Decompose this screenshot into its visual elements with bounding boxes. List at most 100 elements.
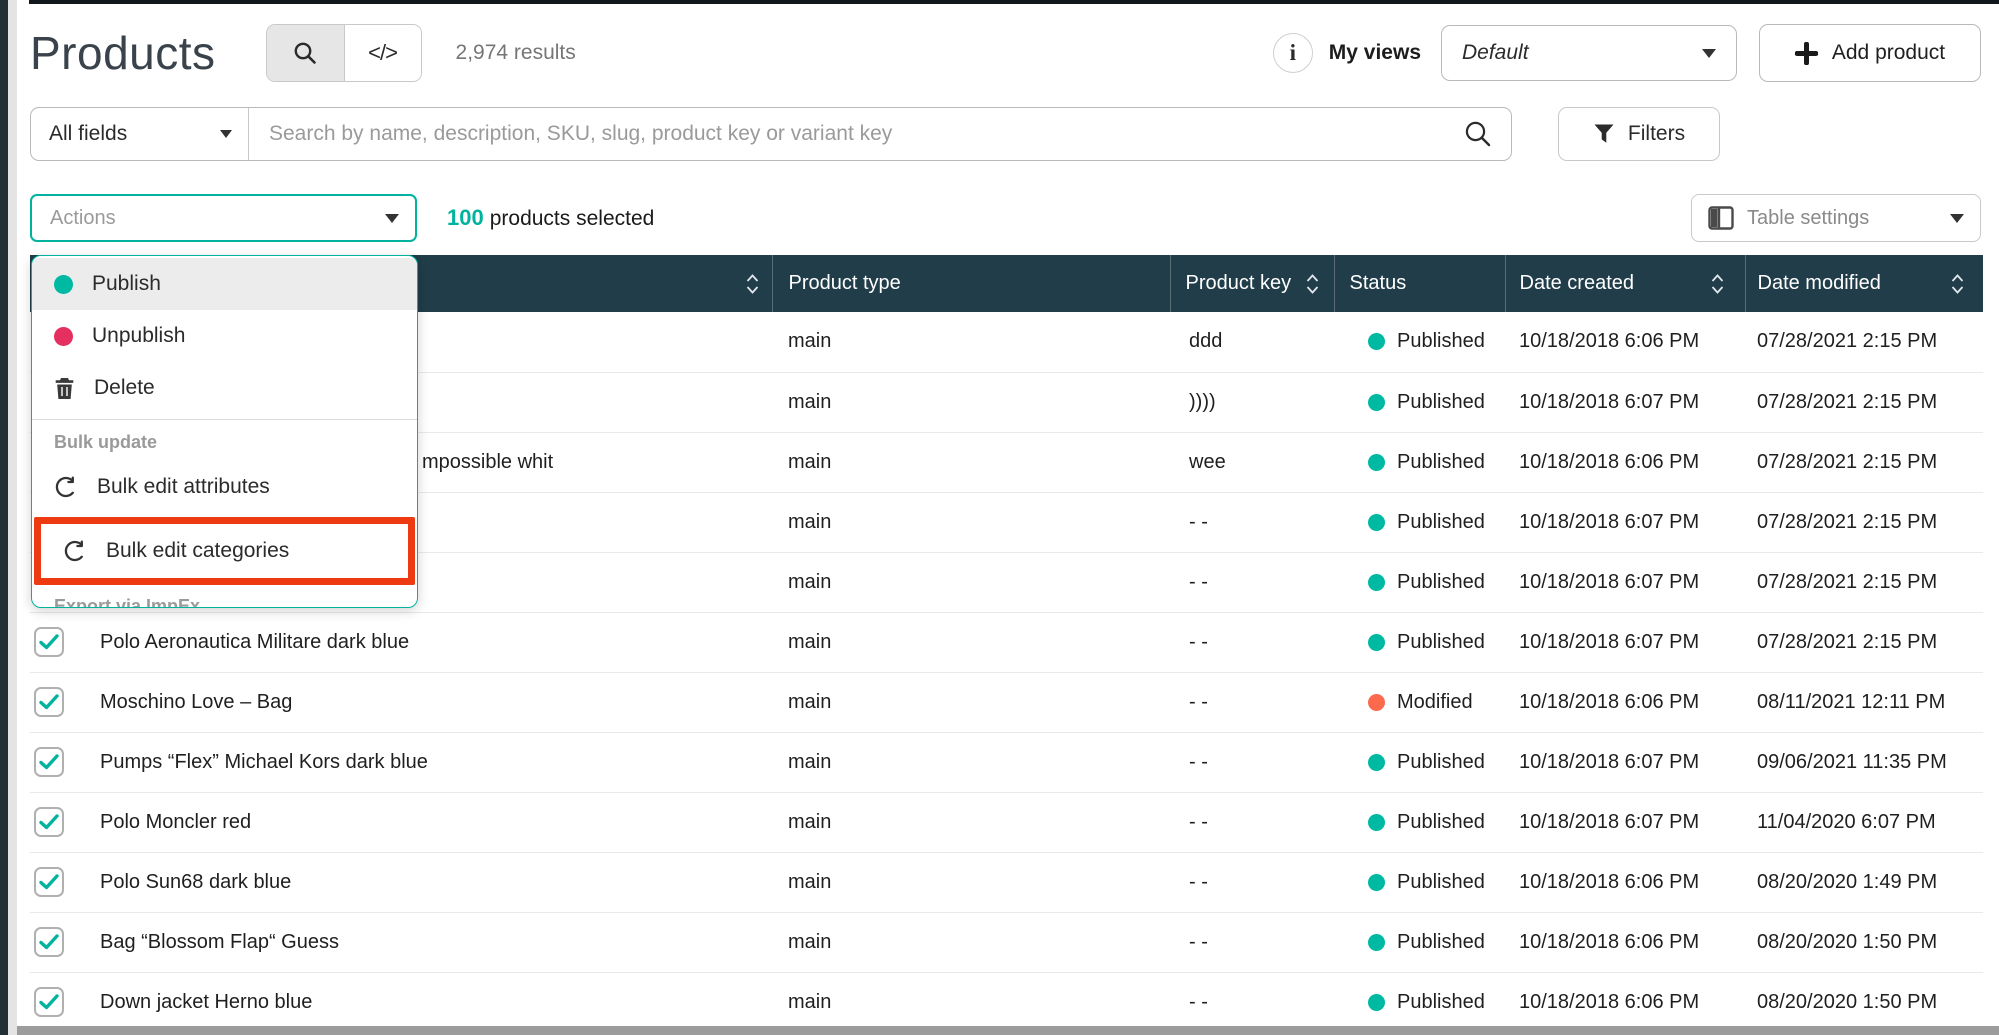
menu-item-unpublish[interactable]: Unpublish: [32, 310, 417, 362]
product-key: - -: [1170, 492, 1334, 552]
date-created: 10/18/2018 6:07 PM: [1505, 372, 1745, 432]
chevron-down-icon: [1702, 49, 1716, 58]
search-field-selector-value: All fields: [49, 122, 127, 146]
product-key: - -: [1170, 912, 1334, 972]
table-row[interactable]: Pumps “Flex” Michael Kors dark blue main…: [30, 732, 1983, 792]
date-created: 10/18/2018 6:07 PM: [1505, 612, 1745, 672]
product-key: wee: [1170, 432, 1334, 492]
row-checkbox[interactable]: [34, 747, 64, 777]
actions-row: Actions 100 products selected Table setti…: [30, 194, 1981, 242]
add-product-button[interactable]: Add product: [1759, 24, 1981, 82]
chevron-down-icon: [220, 130, 232, 138]
actions-dropdown-label: Actions: [50, 207, 116, 230]
date-created: 10/18/2018 6:06 PM: [1505, 972, 1745, 1032]
search-icon: [292, 40, 318, 66]
menu-item-delete[interactable]: Delete: [32, 362, 417, 414]
add-product-label: Add product: [1832, 41, 1945, 65]
search-field-selector[interactable]: All fields: [31, 108, 249, 160]
status-label: Published: [1397, 511, 1485, 534]
sort-icon[interactable]: [1950, 272, 1965, 296]
column-header-date-modified[interactable]: Date modified: [1745, 255, 1983, 312]
product-type: main: [772, 612, 1170, 672]
date-modified: 07/28/2021 2:15 PM: [1745, 612, 1983, 672]
status-dot-icon: [1368, 694, 1385, 711]
date-modified: 07/28/2021 2:15 PM: [1745, 552, 1983, 612]
actions-dropdown-trigger[interactable]: Actions: [30, 194, 417, 242]
window-left-edge-light: [8, 0, 17, 1035]
info-icon[interactable]: i: [1273, 33, 1313, 73]
column-header-status[interactable]: Status: [1334, 255, 1505, 312]
date-modified: 08/20/2020 1:49 PM: [1745, 852, 1983, 912]
status-label: Published: [1397, 631, 1485, 654]
menu-item-bulk-edit-attributes[interactable]: Bulk edit attributes: [32, 461, 417, 513]
list-search-toggle-button[interactable]: [267, 25, 344, 81]
window-top-edge: [29, 0, 1999, 4]
search-input[interactable]: [249, 108, 1463, 160]
product-type: main: [772, 972, 1170, 1032]
product-key: - -: [1170, 612, 1334, 672]
funnel-icon: [1593, 123, 1615, 145]
filters-button[interactable]: Filters: [1558, 107, 1720, 161]
product-key: ddd: [1170, 312, 1334, 372]
date-created: 10/18/2018 6:07 PM: [1505, 792, 1745, 852]
date-created: 10/18/2018 6:07 PM: [1505, 552, 1745, 612]
search-icon[interactable]: [1463, 119, 1493, 149]
product-name: Down jacket Herno blue: [100, 991, 312, 1013]
status-label: Published: [1397, 451, 1485, 474]
window-left-edge-dark: [0, 0, 8, 1035]
row-checkbox[interactable]: [34, 807, 64, 837]
sort-icon[interactable]: [1710, 272, 1725, 296]
date-modified: 07/28/2021 2:15 PM: [1745, 312, 1983, 372]
status-label: Published: [1397, 571, 1485, 594]
menu-item-publish[interactable]: Publish: [32, 258, 417, 310]
product-key: - -: [1170, 732, 1334, 792]
product-key: - -: [1170, 672, 1334, 732]
status-label: Modified: [1397, 691, 1473, 714]
product-type: main: [772, 912, 1170, 972]
product-name: Bag “Blossom Flap“ Guess: [100, 931, 339, 953]
status-dot-icon: [1368, 994, 1385, 1011]
views-select[interactable]: Default: [1441, 25, 1737, 81]
status-dot-icon: [1368, 634, 1385, 651]
row-checkbox[interactable]: [34, 687, 64, 717]
selected-count-number: 100: [447, 205, 484, 230]
row-checkbox[interactable]: [34, 867, 64, 897]
table-row[interactable]: Polo Sun68 dark blue main - - Published …: [30, 852, 1983, 912]
table-settings-button[interactable]: Table settings: [1691, 194, 1981, 242]
row-checkbox[interactable]: [34, 987, 64, 1017]
status-label: Published: [1397, 751, 1485, 774]
menu-item-bulk-edit-categories[interactable]: Bulk edit categories: [41, 524, 408, 578]
sort-icon[interactable]: [1305, 272, 1320, 296]
table-row[interactable]: Moschino Love – Bag main - - Modified 10…: [30, 672, 1983, 732]
table-row[interactable]: Polo Aeronautica Militare dark blue main…: [30, 612, 1983, 672]
query-editor-toggle-button[interactable]: </>: [344, 25, 421, 81]
sync-icon: [63, 539, 87, 563]
column-header-product-type[interactable]: Product type: [772, 255, 1170, 312]
column-header-product-key[interactable]: Product key: [1170, 255, 1334, 312]
selected-count-suffix: products selected: [490, 207, 655, 230]
top-bar: Products </> 2,974 results i My views De…: [30, 14, 1981, 92]
code-icon: </>: [368, 40, 397, 66]
search-box: All fields: [30, 107, 1512, 161]
row-checkbox[interactable]: [34, 627, 64, 657]
table-row[interactable]: Down jacket Herno blue main - - Publishe…: [30, 972, 1983, 1032]
top-right-cluster: i My views Default Add product: [1273, 24, 1981, 82]
date-modified: 08/20/2020 1:50 PM: [1745, 972, 1983, 1032]
sort-icon[interactable]: [745, 272, 760, 296]
views-select-value: Default: [1462, 41, 1529, 65]
date-modified: 07/28/2021 2:15 PM: [1745, 372, 1983, 432]
product-name: mpossible whit: [422, 451, 553, 473]
view-toggle-group: </>: [266, 24, 422, 82]
status-dot-icon: [1368, 874, 1385, 891]
product-type: main: [772, 672, 1170, 732]
table-row[interactable]: Bag “Blossom Flap“ Guess main - - Publis…: [30, 912, 1983, 972]
status-dot-icon: [1368, 333, 1385, 350]
column-header-date-created[interactable]: Date created: [1505, 255, 1745, 312]
product-type: main: [772, 492, 1170, 552]
product-name: Moschino Love – Bag: [100, 691, 292, 713]
status-dot-icon: [1368, 754, 1385, 771]
product-type: main: [772, 792, 1170, 852]
row-checkbox[interactable]: [34, 927, 64, 957]
product-type: main: [772, 852, 1170, 912]
table-row[interactable]: Polo Moncler red main - - Published 10/1…: [30, 792, 1983, 852]
